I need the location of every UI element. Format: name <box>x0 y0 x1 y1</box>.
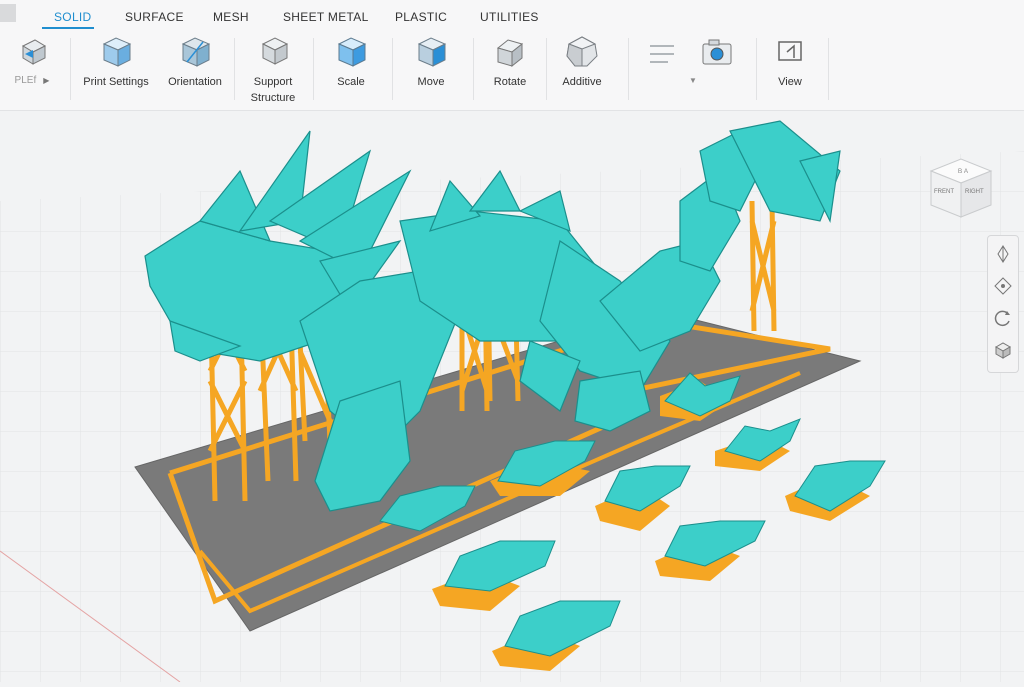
orientation-label: Orientation <box>168 76 222 88</box>
view-cube[interactable]: ＢＡ FRENT RIGHT <box>926 153 996 223</box>
viewport-scene[interactable] <box>0 111 1024 683</box>
toolbar-divider <box>628 38 629 100</box>
toolbar-divider <box>313 38 314 100</box>
tab-surface[interactable]: SURFACE <box>125 10 184 24</box>
move-label: Move <box>417 76 445 88</box>
additive-icon <box>566 36 598 67</box>
rotate-icon <box>496 39 524 68</box>
camera-icon <box>702 39 732 65</box>
scale-icon <box>337 37 367 67</box>
toolbar-divider <box>756 38 757 100</box>
tab-utilities[interactable]: UTILITIES <box>480 10 539 24</box>
navigation-bar <box>987 235 1019 373</box>
move-button[interactable]: Move <box>402 34 460 88</box>
pan-icon[interactable] <box>993 276 1013 296</box>
support-structure-button[interactable]: Support Structure <box>240 34 306 104</box>
view-icon <box>778 41 802 61</box>
toolbar-divider <box>234 38 235 100</box>
display-settings-icon[interactable] <box>993 340 1013 360</box>
ribbon-tabs: SOLID SURFACE MESH SHEET METAL PLASTIC U… <box>0 0 1024 30</box>
orientation-button[interactable]: Orientation <box>162 34 228 88</box>
print-settings-button[interactable]: Print Settings <box>80 34 152 88</box>
orbit-icon[interactable] <box>993 308 1013 328</box>
support-structure-icon <box>261 37 289 65</box>
tab-sheet-metal[interactable]: SHEET METAL <box>283 10 369 24</box>
tab-mesh[interactable]: MESH <box>213 10 249 24</box>
scale-label: Scale <box>337 76 365 88</box>
print-settings-icon <box>102 37 132 67</box>
view-cube-right-label: RIGHT <box>965 189 984 195</box>
3d-viewport[interactable]: ＢＡ FRENT RIGHT <box>0 111 1024 683</box>
tab-plastic[interactable]: PLASTIC <box>395 10 447 24</box>
view-button[interactable]: View <box>766 34 814 88</box>
rotate-button[interactable]: Rotate <box>481 34 539 88</box>
toolbar-divider <box>473 38 474 100</box>
view-cube-top-label: ＢＡ <box>957 168 969 175</box>
tab-solid[interactable]: SOLID <box>54 10 92 24</box>
print-settings-label: Print Settings <box>83 76 149 88</box>
move-icon <box>417 37 447 67</box>
orientation-icon <box>181 37 211 67</box>
app-menu-icon[interactable] <box>0 4 16 22</box>
scale-button[interactable]: Scale <box>322 34 380 88</box>
layers-button[interactable] <box>642 34 682 76</box>
toolbar-divider <box>546 38 547 100</box>
view-cube-front-label: FRENT <box>934 189 954 195</box>
toolbar-divider <box>70 38 71 100</box>
look-at-icon[interactable] <box>993 244 1013 264</box>
view-label: View <box>778 76 802 88</box>
toolbar-divider <box>828 38 829 100</box>
chevron-down-icon[interactable]: ▼ <box>689 76 697 85</box>
setup-label: PLEf <box>14 75 37 86</box>
setup-icon <box>21 39 47 65</box>
additive-button[interactable]: Additive <box>552 34 612 88</box>
additive-label: Additive <box>562 76 602 88</box>
ribbon-toolbar: PLEf ▶ Print Settings Orientation Suppor… <box>0 30 1024 111</box>
rotate-label: Rotate <box>493 76 527 88</box>
layers-icon <box>650 45 674 63</box>
toolbar-divider <box>392 38 393 100</box>
snapshot-button[interactable] <box>696 34 738 76</box>
support-structure-label-line2: Structure <box>250 92 296 104</box>
support-structure-label-line1: Support <box>253 76 293 88</box>
active-tab-indicator <box>42 27 94 29</box>
chevron-down-icon: ▶ <box>43 76 50 85</box>
setup-dropdown-button[interactable]: PLEf ▶ <box>6 34 58 86</box>
